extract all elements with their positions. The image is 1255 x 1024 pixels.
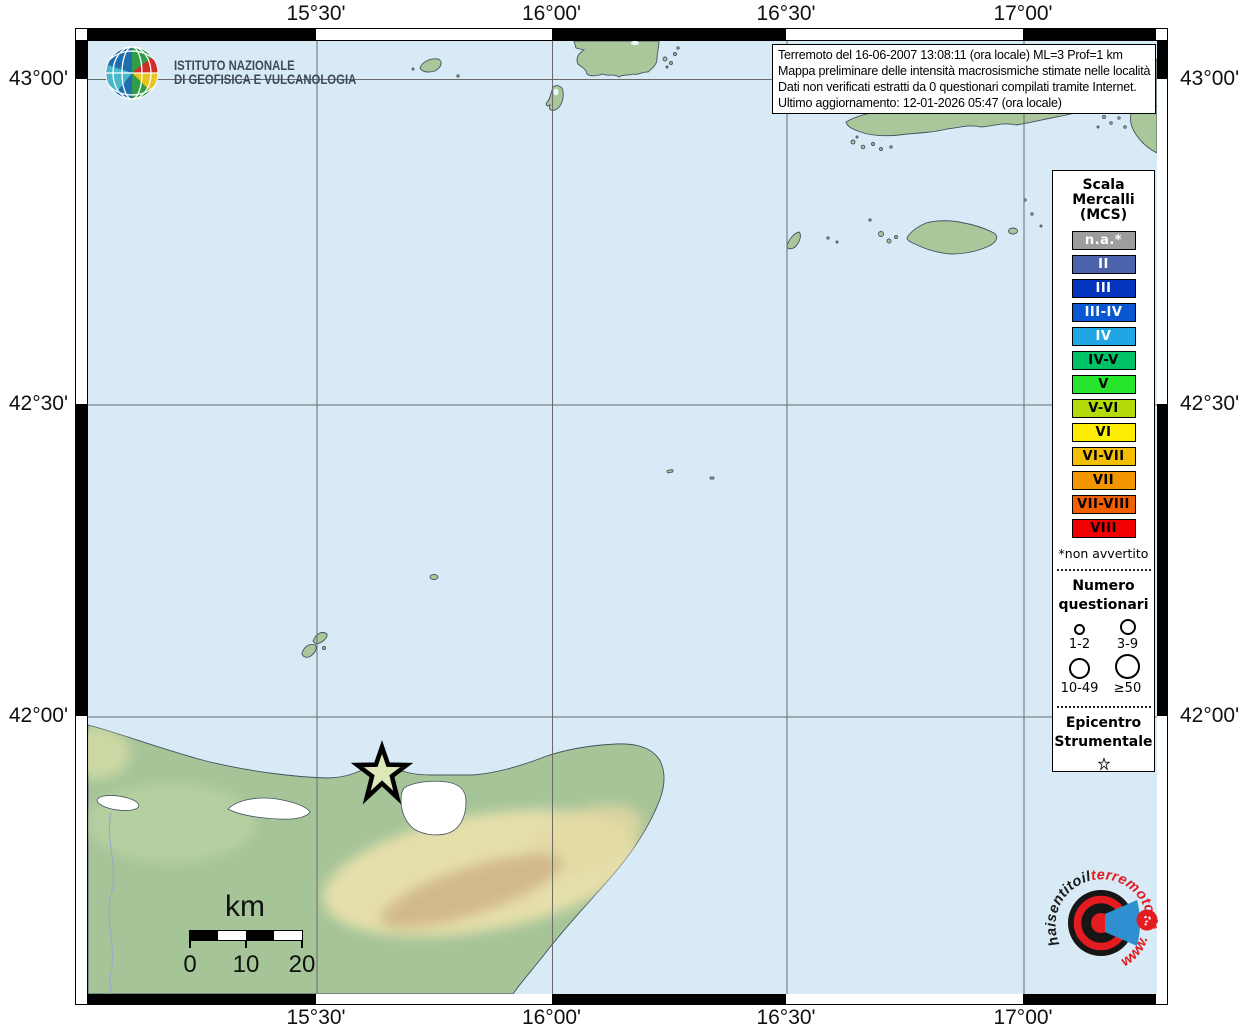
mercalli-scale-box: VIII [1071,519,1136,538]
mercalli-scale-box: V-VI [1071,399,1136,418]
map-canvas [87,40,1158,995]
mercalli-scale-box: III-IV [1071,303,1136,322]
epicenter-title-line: Epicentro [1065,715,1142,731]
axis-label-top: 15°30' [286,2,346,25]
questionnaire-size-item: 10-49 [1056,654,1104,698]
ingv-text-line1: ISTITUTO NAZIONALE [174,58,295,73]
questionnaire-circle-icon [1074,624,1085,635]
macroseismic-map-page: 15°30' 16°00' 16°30' 17°00' 15°30' 16°00' 16°3… [0,0,1255,1024]
event-info-line: Dati non verificati estratti da 0 questi… [778,80,1137,94]
scale-tick-label: 20 [288,951,316,978]
frame-segment [87,993,316,1005]
questionnaire-circle-icon [1115,654,1140,679]
questionnaire-size-label: ≥50 [1113,681,1142,696]
mercalli-scale-box: VII-VIII [1071,495,1136,514]
axis-label-bottom: 16°00' [521,1006,582,1024]
ingv-logo: ISTITUTO NAZIONALE DI GEOFISICA E VULCAN… [104,45,391,101]
mercalli-scale-box: V [1071,375,1136,394]
frame-segment [1156,40,1168,79]
frame-segment [1023,993,1156,1005]
mercalli-scale-box: III [1071,279,1136,298]
scale-bar-segments: 0 10 20 [183,930,315,978]
legend-title-line: Scala [1082,177,1125,193]
mercalli-scale-box: VI [1071,423,1136,442]
legend-panel: Scala Mercalli (MCS) n.a.* II III III-IV IV I… [1052,170,1155,772]
epicenter-title-line: Strumentale [1054,734,1153,750]
questionnaire-size-label: 3-9 [1116,637,1139,652]
legend-footnote: *non avvertito [1058,546,1149,561]
questionnaire-circle-icon [1069,658,1090,679]
questionnaire-size-label: 1-2 [1068,637,1091,652]
legend-divider [1056,569,1151,571]
axis-label-top: 16°30' [756,2,816,25]
legend-title-line: Mercalli [1072,192,1135,208]
mercalli-scale-box: IV-V [1071,351,1136,370]
mercalli-scale-box: VII [1071,471,1136,490]
axis-label-top: 16°00' [521,2,582,25]
axis-label-left: 43°00' [8,66,68,90]
event-info-line: Terremoto del 16-06-2007 13:08:11 (ora l… [778,48,1123,62]
mercalli-scale-list: n.a.* II III III-IV IV IV-V V V-VI VI VI-VII VII VI… [1071,231,1136,543]
haisentitoilterremoto-logo: ? haisentitoilterremoto.it www. [1043,867,1159,970]
questionnaire-size-label: 10-49 [1060,681,1099,696]
scale-tick-label: 10 [232,951,260,978]
questionnaire-title-line: questionari [1058,597,1149,613]
axis-label-bottom: 17°00' [993,1006,1053,1024]
mercalli-scale-box: II [1071,255,1136,274]
legend-divider [1056,706,1151,708]
questionnaire-size-legend: 1-2 3-9 10-49 ≥50 [1056,619,1152,698]
questionnaire-title-line: Numero [1072,578,1135,594]
frame-segment [75,404,87,716]
mercalli-scale-box: n.a.* [1071,231,1136,250]
questionnaire-circle-icon [1119,619,1136,635]
map-area: ? haisentitoilterremoto.it www. [87,40,1159,995]
ingv-logo-text: ISTITUTO NAZIONALE DI GEOFISICA E VULCAN… [174,58,357,87]
scale-bar-unit: km [225,890,265,923]
epicenter-legend-star-icon [1097,757,1110,771]
frame-segment [551,28,786,40]
scale-tick-label: 0 [183,951,197,978]
questionnaire-size-item: ≥50 [1104,654,1152,698]
axis-label-bottom: 16°30' [756,1006,816,1024]
event-info-line: Mappa preliminare delle intensità macros… [778,64,1151,78]
mercalli-scale-box: IV [1071,327,1136,346]
ingv-globe-icon [105,46,159,100]
frame-segment [551,993,786,1005]
questionnaire-size-item: 1-2 [1056,619,1104,654]
frame-segment [87,28,316,40]
event-info-box: Terremoto del 16-06-2007 13:08:11 (ora l… [772,44,1157,114]
mercalli-scale-box: VI-VII [1071,447,1136,466]
ingv-text-line2: DI GEOFISICA E VULCANOLOGIA [174,72,357,87]
axis-label-right: 42°00' [1180,704,1240,727]
axis-label-right: 43°00' [1180,66,1240,90]
axis-label-left: 42°00' [8,704,68,727]
axis-label-right: 42°30' [1180,392,1240,415]
legend-title-line: (MCS) [1079,207,1128,223]
axis-label-bottom: 15°30' [286,1006,346,1024]
axis-label-top: 17°00' [993,2,1053,25]
axis-label-left: 42°30' [8,392,68,415]
questionnaire-size-item: 3-9 [1104,619,1152,654]
event-info-line: Ultimo aggiornamento: 12-01-2026 05:47 (… [778,96,1062,110]
frame-segment [75,40,87,79]
frame-segment [1023,28,1156,40]
frame-segment [1156,404,1168,716]
scale-bar: km 0 10 20 [183,890,315,978]
